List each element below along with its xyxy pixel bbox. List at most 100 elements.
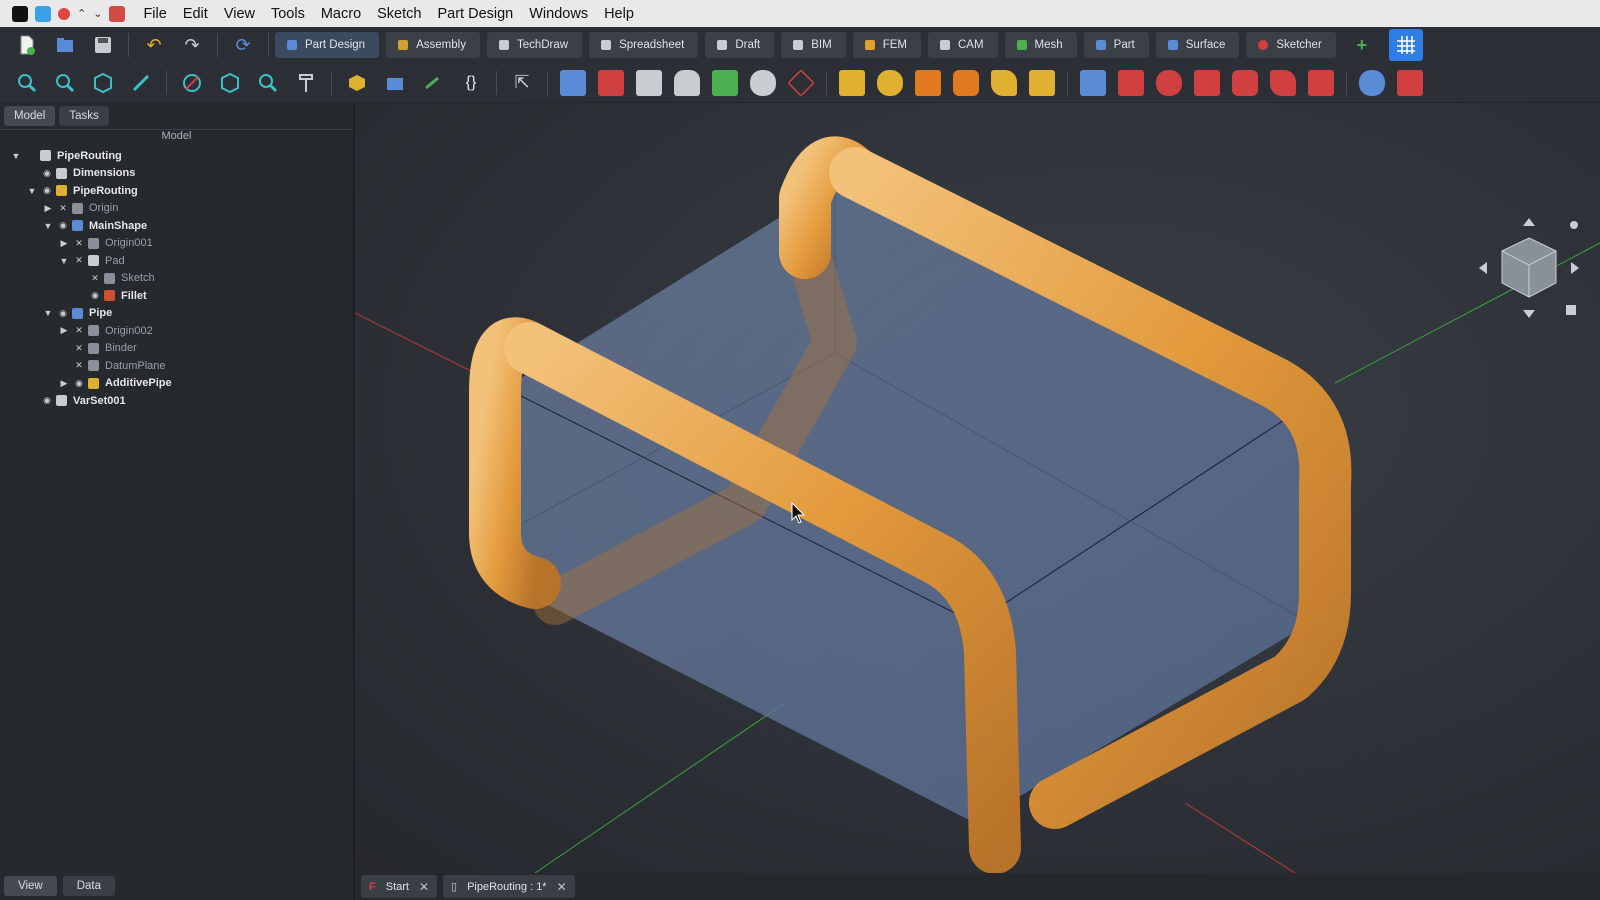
tree-item[interactable]: ◉ VarSet001	[0, 392, 353, 410]
expand-arrow-icon[interactable]: ▼	[26, 186, 38, 196]
tree-item[interactable]: ✕ Sketch	[0, 270, 353, 288]
groove-icon[interactable]	[1156, 69, 1182, 96]
finder-icon[interactable]	[35, 5, 51, 22]
expand-arrow-icon[interactable]: ▶	[58, 238, 70, 249]
add-workbench-icon[interactable]: +	[1349, 32, 1375, 58]
menu-tools[interactable]: Tools	[263, 6, 313, 22]
tree-item[interactable]: ▶ ✕ Origin	[0, 200, 353, 218]
open-document-icon[interactable]	[52, 32, 78, 58]
menu-edit[interactable]: Edit	[175, 6, 216, 22]
pocket-icon[interactable]	[1080, 69, 1106, 96]
tree-item[interactable]: ▼ ◉ Pipe	[0, 305, 353, 323]
visibility-icon[interactable]: ✕	[73, 325, 85, 336]
varset-icon[interactable]: {}	[458, 70, 484, 96]
rotate-right-icon[interactable]	[1571, 262, 1579, 274]
additive-loft-icon[interactable]	[915, 69, 941, 96]
sub-shape-binder-icon[interactable]	[712, 69, 738, 96]
rotate-down-icon[interactable]	[1523, 310, 1535, 318]
tree-item[interactable]: ✕ DatumPlane	[0, 357, 353, 375]
subtractive-loft-icon[interactable]	[1194, 69, 1220, 96]
shape-binder-icon[interactable]	[674, 69, 700, 96]
save-icon[interactable]	[90, 32, 116, 58]
tree-item[interactable]: ▶ ◉ AdditivePipe	[0, 375, 353, 393]
visibility-icon[interactable]: ◉	[41, 168, 53, 179]
chevron-up-icon[interactable]: ⌃	[77, 7, 86, 20]
close-tab-icon[interactable]: ✕	[557, 880, 567, 894]
subtractive-box-icon[interactable]	[1308, 69, 1334, 96]
doc-tab-piperouting[interactable]: ▯ PipeRouting : 1* ✕	[443, 875, 575, 898]
tab-model[interactable]: Model	[4, 106, 56, 126]
workbench-mesh-button[interactable]: Mesh	[1004, 32, 1077, 58]
workbench-fem-button[interactable]: FEM	[852, 32, 921, 58]
redo-icon[interactable]: ↷	[179, 32, 205, 58]
isometric-view-icon[interactable]	[90, 70, 116, 96]
hole-icon[interactable]	[1118, 69, 1144, 96]
menu-macro[interactable]: Macro	[313, 6, 369, 22]
subtractive-helix-icon[interactable]	[1270, 69, 1296, 96]
expand-arrow-icon[interactable]: ▼	[42, 221, 54, 231]
tab-view[interactable]: View	[4, 876, 57, 896]
visibility-icon[interactable]: ◉	[57, 220, 69, 231]
workbench-bim-button[interactable]: BIM	[781, 32, 846, 58]
fit-all-icon[interactable]	[14, 70, 40, 96]
visibility-icon[interactable]: ✕	[89, 273, 101, 284]
measure-icon[interactable]	[128, 70, 154, 96]
navigation-cube[interactable]	[1474, 213, 1584, 328]
rotate-left-icon[interactable]	[1479, 262, 1487, 274]
view-cube-small-icon[interactable]	[1566, 305, 1576, 315]
tree-item[interactable]: ▼ PipeRouting	[0, 147, 353, 165]
close-tab-icon[interactable]: ✕	[419, 880, 429, 894]
menu-help[interactable]: Help	[596, 6, 642, 22]
fit-selection-icon[interactable]	[52, 70, 78, 96]
menu-file[interactable]: File	[135, 6, 174, 22]
tree-item[interactable]: ✕ Binder	[0, 340, 353, 358]
new-sketch-icon[interactable]	[598, 69, 624, 96]
tree-item[interactable]: ◉ Dimensions	[0, 165, 353, 183]
visibility-icon[interactable]: ✕	[73, 238, 85, 249]
menu-windows[interactable]: Windows	[521, 6, 596, 22]
visibility-icon[interactable]: ✕	[73, 343, 85, 354]
workbench-draft-button[interactable]: Draft	[705, 32, 775, 58]
tree-item[interactable]: ◉ Fillet	[0, 287, 353, 305]
zoom-box-icon[interactable]	[255, 70, 281, 96]
workbench-assembly-button[interactable]: Assembly	[386, 32, 480, 58]
rotate-up-icon[interactable]	[1523, 218, 1535, 226]
close-window-icon[interactable]	[58, 7, 70, 20]
visibility-icon[interactable]: ◉	[57, 308, 69, 319]
pad-icon[interactable]	[839, 69, 865, 96]
tree-item[interactable]: ▶ ✕ Origin001	[0, 235, 353, 253]
expand-arrow-icon[interactable]: ▶	[58, 378, 70, 389]
additive-pipe-icon[interactable]	[953, 69, 979, 96]
visibility-icon[interactable]: ◉	[89, 290, 101, 301]
visibility-icon[interactable]: ◉	[41, 395, 53, 406]
menu-view[interactable]: View	[216, 6, 263, 22]
bounding-box-icon[interactable]	[217, 70, 243, 96]
workbench-surface-button[interactable]: Surface	[1155, 32, 1240, 58]
expand-arrow-icon[interactable]: ▼	[10, 151, 22, 161]
workbench-part-design-button[interactable]: Part Design	[275, 32, 380, 58]
clone-icon[interactable]	[750, 69, 776, 96]
chevron-down-icon[interactable]: ⌄	[93, 7, 102, 20]
datum-plane-icon[interactable]	[787, 68, 815, 97]
menu-part-design[interactable]: Part Design	[429, 6, 521, 22]
3d-viewport[interactable]	[355, 103, 1600, 873]
grid-toggle-button[interactable]	[1388, 29, 1423, 61]
create-group-icon[interactable]	[382, 70, 408, 96]
link-icon[interactable]	[420, 70, 446, 96]
workbench-sketcher-button[interactable]: Sketcher	[1246, 32, 1336, 58]
additive-box-icon[interactable]	[1029, 69, 1055, 96]
tab-data[interactable]: Data	[62, 876, 116, 896]
additive-helix-icon[interactable]	[991, 69, 1017, 96]
expand-arrow-icon[interactable]: ▶	[58, 325, 70, 336]
tree-item[interactable]: ▼ ✕ Pad	[0, 252, 353, 270]
undo-icon[interactable]: ↶	[141, 32, 167, 58]
body-icon[interactable]	[560, 69, 586, 96]
create-part-icon[interactable]	[344, 70, 370, 96]
measure-distance-icon[interactable]	[293, 70, 319, 96]
refresh-icon[interactable]: ⟳	[230, 32, 256, 58]
new-document-icon[interactable]	[14, 32, 40, 58]
expand-arrow-icon[interactable]: ▶	[42, 203, 54, 214]
workbench-spreadsheet-button[interactable]: Spreadsheet	[589, 32, 699, 58]
visibility-icon[interactable]: ✕	[73, 255, 85, 266]
tree-item[interactable]: ▼ ◉ PipeRouting	[0, 182, 353, 200]
